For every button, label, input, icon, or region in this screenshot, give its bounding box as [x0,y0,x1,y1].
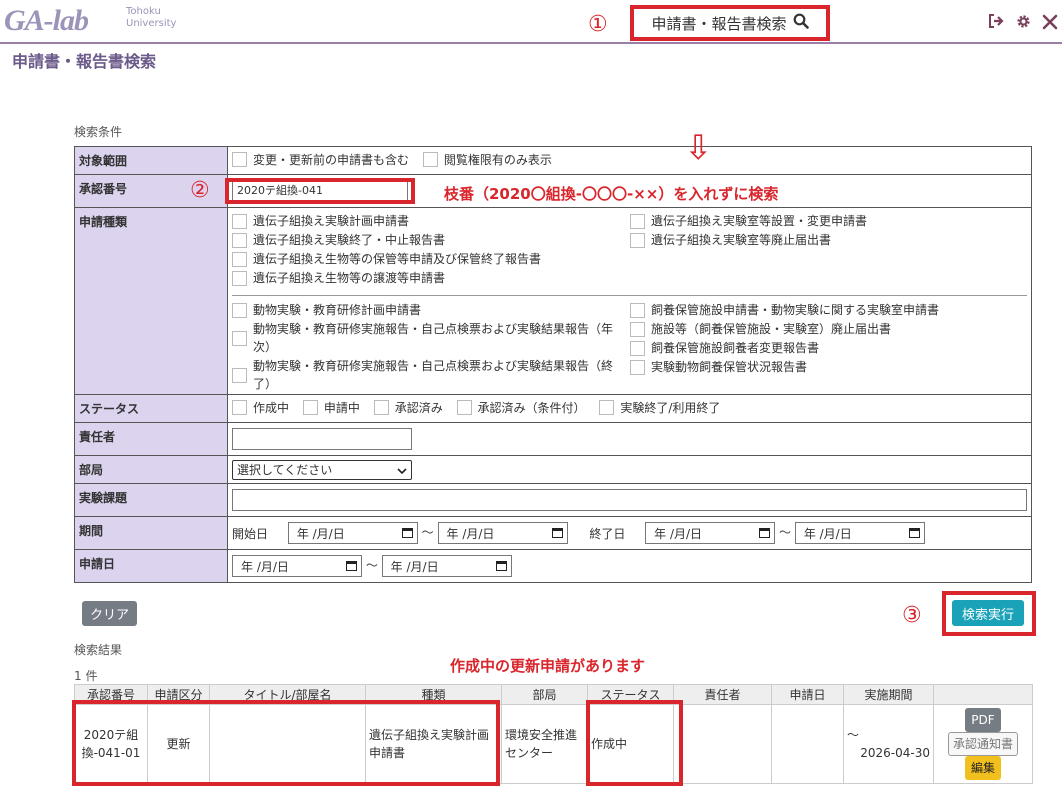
project-label: 実験課題 [74,483,228,517]
period-start-from-date[interactable]: 年 /月/日 [287,522,418,544]
app-type-option[interactable]: 施設等（飼養保管施設・実験室）廃止届出書 [630,320,939,338]
annotation-circle-1: ① [588,12,608,37]
responsible-field [227,422,1032,456]
calendar-icon [759,528,771,538]
annotation-circle-3: ③ [902,603,922,628]
logo[interactable]: GA-lab [4,4,89,38]
annotation-highlight-result-row [72,700,500,786]
app-type-option[interactable]: 遺伝子組換え生物等の保管等申請及び保管終了報告書 [232,250,630,268]
calendar-icon [908,528,920,538]
row-actions: PDF 承認通知書 編集 [933,704,1033,784]
row-apply-date [771,704,844,784]
results-count: 1 件 [74,669,98,683]
header-search-label: 申請書・報告書検索 [651,14,787,33]
calendar-icon [401,528,413,538]
row-responsible [673,704,772,784]
col-period[interactable]: 実施期間 [843,684,934,705]
scope-label: 対象範囲 [74,146,228,175]
header-divider [0,42,1062,44]
row-department: 環境安全推進センター [501,704,588,784]
annotation-branch-note: 枝番（2020〇組換-〇〇〇-××）を入れずに検索 [444,185,779,203]
app-type-option[interactable]: 遺伝子組換え実験室等設置・変更申請書 [630,212,867,230]
period-field: 開始日 年 /月/日 ～ 年 /月/日 終了日 年 /月/日 ～ 年 /月/日 [227,516,1032,550]
app-type-option[interactable]: 飼養保管施設申請書・動物実験に関する実験室申請書 [630,301,939,319]
page-title: 申請書・報告書検索 [12,52,157,71]
app-type-option[interactable]: 動物実験・教育研修実施報告・自己点検票および実験結果報告（年次） [232,320,630,356]
project-input[interactable] [232,489,1027,511]
app-type-option[interactable]: 実験動物飼養保管状況報告書 [630,358,939,376]
period-end-to-date[interactable]: 年 /月/日 [794,522,925,544]
apply-date-label: 申請日 [74,549,228,583]
header-search-link[interactable]: 申請書・報告書検索 [630,5,830,41]
conditions-label: 検索条件 [74,125,123,139]
responsible-label: 責任者 [74,422,228,456]
annotation-arrow: ⇩ [684,128,713,168]
calendar-icon [551,528,563,538]
app-type-label: 申請種類 [74,207,228,395]
apply-date-field: 年 /月/日 ～ 年 /月/日 [227,549,1032,583]
col-department[interactable]: 部局 [501,684,588,705]
calendar-icon [346,561,357,571]
period-label: 期間 [74,516,228,550]
responsible-input[interactable] [232,428,412,450]
edit-button[interactable]: 編集 [964,756,1001,780]
logout-icon[interactable] [988,14,1004,32]
row-period: ～ 2026-04-30 [843,704,934,784]
period-end-from-date[interactable]: 年 /月/日 [645,522,776,544]
project-field [227,483,1032,517]
pdf-button[interactable]: PDF [965,708,1001,732]
app-type-option[interactable]: 動物実験・教育研修計画申請書 [232,301,630,319]
status-label: ステータス [74,394,228,423]
app-type-divider [232,295,1027,296]
col-apply-date[interactable]: 申請日 [771,684,844,705]
status-approved-checkbox[interactable]: 承認済み [373,399,443,416]
app-type-option[interactable]: 動物実験・教育研修実施報告・自己点検票および実験結果報告（終了） [232,357,630,393]
department-select[interactable]: 選択してください [232,459,412,480]
annotation-result-note: 作成中の更新申請があります [450,657,646,675]
scope-field: 変更・更新前の申請書も含む 閲覧権限有のみ表示 [227,146,1032,175]
department-field: 選択してください [227,455,1032,484]
annotation-circle-2: ② [190,178,210,203]
search-conditions-table: 対象範囲 変更・更新前の申請書も含む 閲覧権限有のみ表示 承認番号 2020テ組… [74,146,1032,583]
annotation-highlight-approval-no [225,178,415,204]
results-label: 検索結果 [74,643,123,657]
scope-include-prior-checkbox[interactable]: 変更・更新前の申請書も含む [232,151,409,168]
status-applying-checkbox[interactable]: 申請中 [302,399,360,416]
col-responsible[interactable]: 責任者 [673,684,772,705]
apply-date-from[interactable]: 年 /月/日 [232,555,362,577]
apply-date-to[interactable]: 年 /月/日 [381,555,512,577]
app-type-field: 遺伝子組換え実験計画申請書 遺伝子組換え実験終了・中止報告書 遺伝子組換え生物等… [227,207,1032,395]
col-actions [933,684,1033,705]
app-type-option[interactable]: 遺伝子組換え実験終了・中止報告書 [232,231,630,249]
tools-icon[interactable] [1042,14,1058,34]
approval-notice-button[interactable]: 承認通知書 [947,732,1018,756]
department-label: 部局 [74,455,228,484]
period-end-label: 終了日 [589,526,626,541]
app-type-option[interactable]: 遺伝子組換え生物等の譲渡等申請書 [232,269,630,287]
app-type-option[interactable]: 飼養保管施設飼養者変更報告書 [630,339,939,357]
calendar-icon [495,561,507,571]
scope-permission-only-checkbox[interactable]: 閲覧権限有のみ表示 [422,151,552,168]
status-field: 作成中 申請中 承認済み 承認済み（条件付） 実験終了/利用終了 [227,394,1032,423]
period-start-to-date[interactable]: 年 /月/日 [437,522,568,544]
annotation-highlight-status [586,700,683,786]
app-type-option[interactable]: 遺伝子組換え実験室等廃止届出書 [630,231,867,249]
app-type-option[interactable]: 遺伝子組換え実験計画申請書 [232,212,630,230]
search-execute-button[interactable]: 検索実行 [952,600,1024,626]
search-icon [793,13,809,33]
gear-icon[interactable] [1016,14,1031,33]
clear-button[interactable]: クリア [82,601,137,626]
logo-university: Tohoku University [126,6,177,29]
status-ended-checkbox[interactable]: 実験終了/利用終了 [599,399,720,416]
status-approved-conditional-checkbox[interactable]: 承認済み（条件付） [456,399,586,416]
status-draft-checkbox[interactable]: 作成中 [232,399,289,416]
chevron-down-icon [397,463,407,477]
period-start-label: 開始日 [232,526,269,541]
